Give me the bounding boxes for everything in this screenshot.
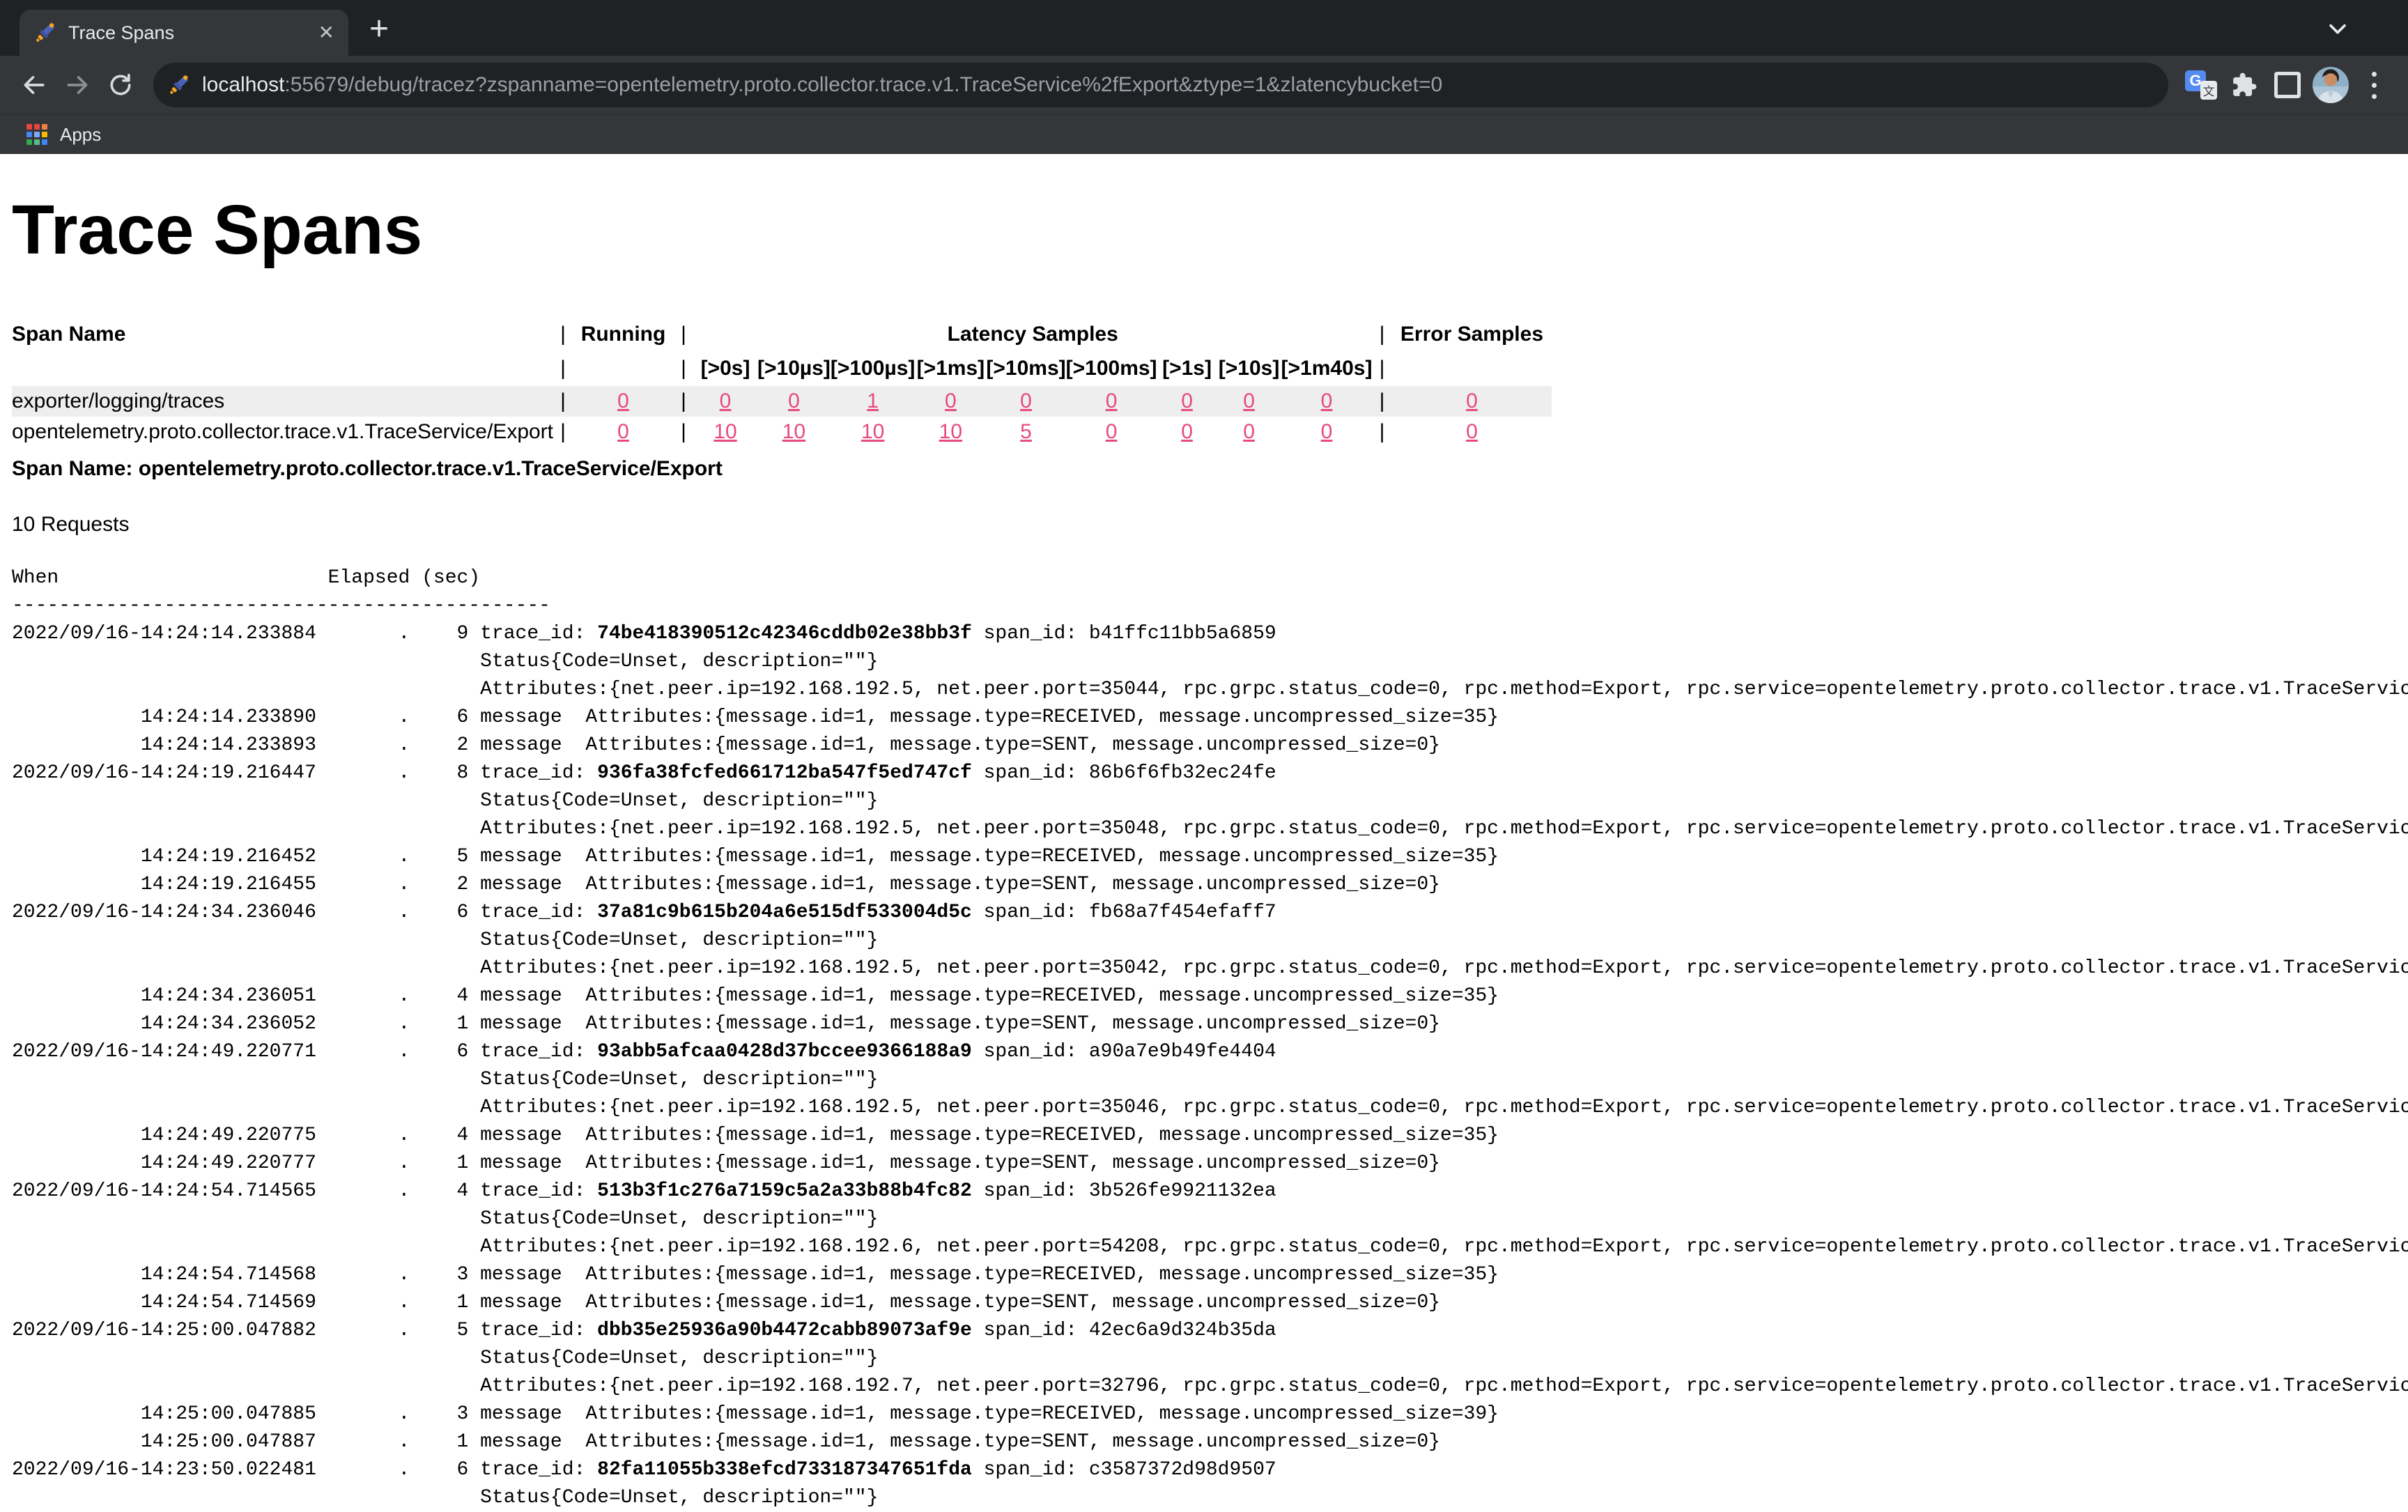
sample-count-link[interactable]: 0 — [1243, 420, 1255, 443]
sample-count-link[interactable]: 10 — [861, 420, 884, 443]
header-span-name: Span Name — [12, 318, 553, 351]
column-separator: | — [553, 351, 573, 386]
sample-count-link[interactable]: 0 — [1020, 389, 1032, 412]
column-separator: | — [674, 386, 693, 417]
tab-strip: Trace Spans ✕ + — [0, 0, 2408, 56]
back-icon — [21, 72, 47, 98]
latency-bucket-header: [>100ms] — [1066, 351, 1157, 386]
forward-button[interactable] — [56, 63, 99, 107]
column-separator: | — [1372, 318, 1391, 351]
column-separator: | — [674, 417, 693, 447]
sample-count-link[interactable]: 0 — [945, 389, 957, 412]
tab-close-icon[interactable]: ✕ — [318, 23, 334, 43]
span-summary-table: Span Name | Running | Latency Samples | … — [12, 318, 1552, 447]
sample-count-link[interactable]: 10 — [939, 420, 962, 443]
latency-bucket-header: [>10ms] — [986, 351, 1065, 386]
sample-count-link[interactable]: 0 — [1106, 420, 1118, 443]
tracez-page: Trace Spans Span Name | Running | Latenc… — [0, 190, 2408, 1512]
forward-icon — [64, 72, 91, 98]
header-running: Running — [573, 318, 674, 351]
column-separator: | — [1372, 417, 1391, 447]
sample-count-link[interactable]: 1 — [867, 389, 879, 412]
latency-bucket-header: [>10µs] — [757, 351, 831, 386]
column-separator: | — [674, 351, 693, 386]
latency-bucket-header: [>1s] — [1157, 351, 1217, 386]
url-bar[interactable]: localhost:55679/debug/tracez?zspanname=o… — [153, 63, 2168, 107]
sample-count-link[interactable]: 0 — [1321, 389, 1333, 412]
page-title: Trace Spans — [12, 190, 2408, 270]
bookmarks-bar: Apps — [0, 114, 2408, 154]
sample-count-link[interactable]: 0 — [720, 389, 732, 412]
menu-dots-icon — [2372, 72, 2377, 99]
bookmark-apps[interactable]: Apps — [60, 124, 101, 146]
sample-count-link[interactable]: 0 — [1466, 420, 1478, 443]
sample-count-link[interactable]: 5 — [1020, 420, 1032, 443]
column-separator: | — [1372, 386, 1391, 417]
profile-avatar — [2313, 67, 2349, 103]
new-tab-button[interactable]: + — [360, 11, 399, 50]
browser-tab[interactable]: Trace Spans ✕ — [20, 10, 348, 56]
sample-count-link[interactable]: 0 — [1106, 389, 1118, 412]
sample-count-link[interactable]: 0 — [617, 420, 629, 443]
span-name-cell: exporter/logging/traces — [12, 386, 553, 417]
sample-count-link[interactable]: 0 — [617, 389, 629, 412]
translate-button[interactable]: G文 — [2179, 63, 2223, 107]
column-separator: | — [553, 417, 573, 447]
side-panel-icon — [2274, 72, 2301, 98]
column-separator: | — [553, 386, 573, 417]
span-row: exporter/logging/traces|0|001000000|0 — [12, 386, 1552, 417]
profile-button[interactable] — [2309, 63, 2352, 107]
reload-button[interactable] — [99, 63, 142, 107]
header-error-samples: Error Samples — [1391, 318, 1552, 351]
sample-count-link[interactable]: 0 — [1321, 420, 1333, 443]
column-separator: | — [1372, 351, 1391, 386]
column-separator: | — [553, 318, 573, 351]
sample-count-link[interactable]: 0 — [1466, 389, 1478, 412]
sample-count-link[interactable]: 0 — [788, 389, 800, 412]
back-button[interactable] — [13, 63, 56, 107]
column-separator: | — [674, 318, 693, 351]
latency-bucket-header: [>10s] — [1217, 351, 1281, 386]
sample-count-link[interactable]: 0 — [1181, 389, 1193, 412]
browser-chrome: Trace Spans ✕ + — [0, 0, 2408, 154]
telescope-favicon-icon — [33, 21, 57, 45]
requests-log: When Elapsed (sec) ---------------------… — [12, 564, 2408, 1512]
latency-bucket-header: [>0s] — [693, 351, 757, 386]
latency-bucket-header: [>100µs] — [831, 351, 916, 386]
requests-count: 10 Requests — [12, 513, 2408, 537]
extensions-button[interactable] — [2223, 63, 2266, 107]
sample-count-link[interactable]: 0 — [1181, 420, 1193, 443]
tab-search-chevron-icon[interactable] — [2326, 17, 2349, 40]
browser-menu-button[interactable] — [2352, 63, 2395, 107]
span-row: opentelemetry.proto.collector.trace.v1.T… — [12, 417, 1552, 447]
header-latency-samples: Latency Samples — [693, 318, 1372, 351]
span-name-cell: opentelemetry.proto.collector.trace.v1.T… — [12, 417, 553, 447]
apps-grid-icon — [26, 124, 47, 145]
sample-count-link[interactable]: 0 — [1243, 389, 1255, 412]
sample-count-link[interactable]: 10 — [782, 420, 805, 443]
telescope-url-icon — [167, 73, 191, 97]
latency-bucket-header: [>1ms] — [915, 351, 986, 386]
reload-icon — [107, 72, 134, 98]
side-panel-button[interactable] — [2266, 63, 2309, 107]
tab-title: Trace Spans — [68, 22, 318, 44]
sample-count-link[interactable]: 10 — [713, 420, 736, 443]
url-host: localhost — [202, 73, 284, 97]
latency-bucket-header: [>1m40s] — [1281, 351, 1373, 386]
url-path: :55679/debug/tracez?zspanname=openteleme… — [284, 73, 1442, 97]
selected-span-name: Span Name: opentelemetry.proto.collector… — [12, 457, 2408, 481]
translate-icon: G文 — [2185, 70, 2217, 100]
extensions-puzzle-icon — [2231, 72, 2258, 98]
browser-toolbar: localhost:55679/debug/tracez?zspanname=o… — [0, 56, 2408, 114]
